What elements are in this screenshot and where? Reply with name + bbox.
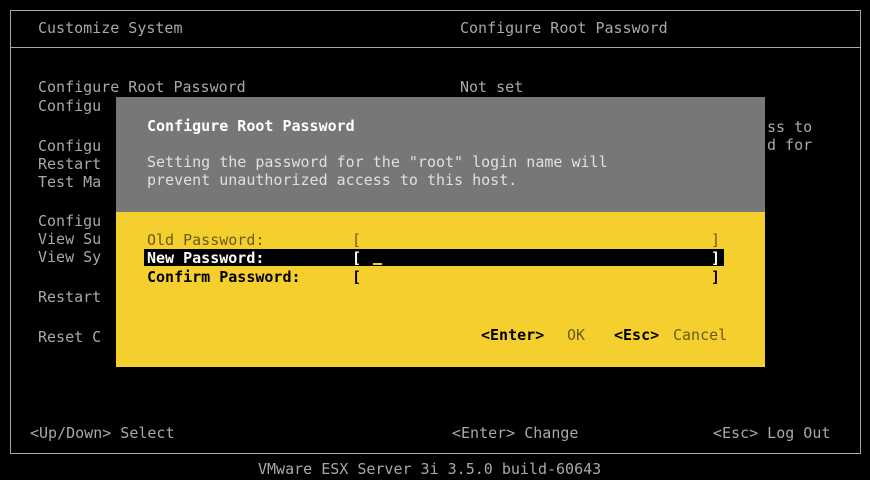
field-bracket-left: [ [352, 249, 362, 267]
field-bracket-left: [ [352, 268, 362, 286]
menu-item-restart-agents[interactable]: Restart [38, 288, 101, 306]
field-bracket-right: ] [711, 231, 721, 249]
select-hint: <Up/Down> Select [30, 424, 175, 442]
menu-item-restart-network[interactable]: Restart [38, 155, 101, 173]
ok-label: OK [567, 326, 586, 344]
dialog-description: prevent unauthorized access to this host… [147, 171, 518, 189]
dialog-description: Setting the password for the "root" logi… [147, 153, 608, 171]
esc-key-hint: <Esc> [614, 326, 660, 344]
menu-item-configure-lockdown[interactable]: Configu [38, 97, 101, 115]
new-password-label: New Password: [147, 249, 265, 267]
menu-item-view-system-logs[interactable]: View Sy [38, 248, 101, 266]
change-hint[interactable]: <Enter> Change [452, 424, 578, 442]
header-divider [11, 47, 860, 48]
menu-item-configure-keyboard[interactable]: Configu [38, 212, 101, 230]
detail-title: Configure Root Password [460, 19, 668, 37]
cancel-label: Cancel [673, 326, 728, 344]
menu-item-test-network[interactable]: Test Ma [38, 173, 101, 191]
menu-item-configure-network[interactable]: Configu [38, 137, 101, 155]
field-bracket-right: ] [711, 249, 721, 267]
root-password-status: Not set [460, 78, 524, 96]
product-version: VMware ESX Server 3i 3.5.0 build-60643 [258, 460, 602, 478]
menu-item-reset-configuration[interactable]: Reset C [38, 328, 101, 346]
dialog-title: Configure Root Password [147, 117, 355, 135]
text-cursor [373, 263, 382, 265]
confirm-password-label: Confirm Password: [147, 268, 301, 286]
screen-title: Customize System [38, 19, 183, 37]
old-password-label: Old Password: [147, 231, 265, 249]
enter-key-hint: <Enter> [481, 326, 545, 344]
detail-text-fragment: d for [767, 136, 813, 154]
field-bracket-left: [ [352, 231, 362, 249]
menu-item-configure-root-password[interactable]: Configure Root Password [38, 78, 246, 96]
menu-item-view-support[interactable]: View Su [38, 230, 101, 248]
field-bracket-right: ] [711, 268, 721, 286]
detail-text-fragment: ss to [767, 118, 813, 136]
log-out-hint[interactable]: <Esc> Log Out [713, 424, 830, 442]
